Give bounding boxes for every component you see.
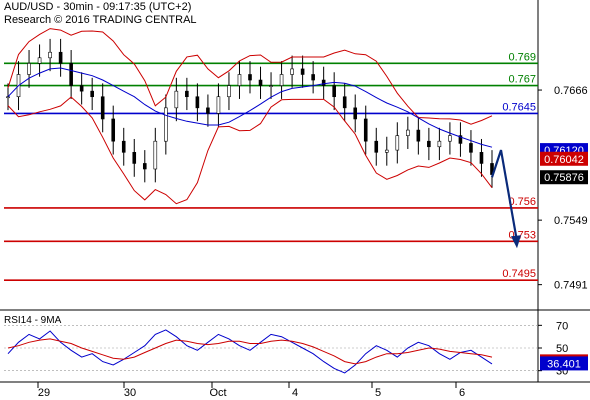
level-label: 0.7495 (502, 268, 536, 280)
candle-body (300, 68, 305, 75)
rsi-y-tick-label: 50 (556, 343, 568, 355)
candle-body (416, 129, 421, 142)
y-tick-label: 0.7491 (554, 280, 588, 292)
candle-body (469, 143, 473, 153)
rsi-panel: RSI14 - 9MA70503038.202536.401 (4, 315, 588, 378)
x-tick-label: 29 (38, 387, 50, 399)
level-label: 0.756 (508, 196, 536, 208)
x-tick-label: 4 (292, 387, 298, 399)
candle-body (37, 57, 42, 64)
x-tick-label: 6 (459, 387, 465, 399)
candle-body (185, 90, 189, 98)
x-tick-label: 5 (375, 387, 381, 399)
rsi-value-tag-label: 36.401 (547, 358, 581, 370)
candle-body (363, 118, 368, 142)
candle-body (384, 149, 389, 153)
candle-body (395, 135, 400, 151)
candle-body (195, 96, 200, 109)
candle-body (6, 96, 10, 99)
candle-body (321, 79, 326, 86)
level-label: 0.767 (508, 74, 536, 86)
candle-body (427, 140, 431, 148)
candle-body (237, 74, 242, 86)
candle-body (227, 85, 231, 98)
candle-body (332, 85, 336, 98)
level-label: 0.753 (508, 229, 536, 241)
candle-body (27, 63, 31, 75)
candle-body (279, 74, 284, 86)
price-panel: 0.7666 0.7549 0.7491 0.769 0.767 0.7645 0.756 0… (0, 0, 590, 382)
x-tick-label: 30 (124, 387, 136, 399)
candle-body (132, 152, 137, 164)
rsi-series-line (7, 329, 493, 374)
candle-body (69, 63, 73, 86)
candle-body (174, 90, 179, 109)
x-axis: 29 30 Oct 4 5 6 (0, 381, 590, 399)
candle-body (164, 107, 168, 142)
candle-body (311, 74, 315, 81)
candle-body (258, 79, 263, 86)
x-tick-label: Oct (209, 387, 226, 399)
price-tag-label: 0.76042 (544, 154, 584, 166)
level-label: 0.7645 (502, 101, 536, 113)
candle-body (248, 74, 252, 81)
level-label: 0.769 (508, 51, 536, 63)
y-tick-label: 0.7549 (554, 215, 588, 227)
candle-body (142, 163, 147, 170)
candle-body (121, 140, 126, 153)
chart-canvas: 0.7666 0.7549 0.7491 0.769 0.767 0.7645 0.756 0… (0, 0, 590, 399)
candle-body (374, 140, 379, 153)
rsi-title: RSI14 - 9MA (4, 315, 62, 326)
candle-body (269, 85, 273, 87)
candle-body (111, 118, 116, 142)
price-tag-label: 0.75876 (544, 172, 584, 184)
candle-body (206, 107, 210, 114)
candle-body (90, 90, 94, 98)
candle-body (437, 140, 442, 148)
candle-body (342, 96, 347, 109)
candle-body (100, 96, 105, 120)
candle-body (216, 96, 221, 114)
candle-body (479, 152, 484, 164)
candle-body (353, 107, 358, 120)
candle-body (153, 140, 158, 170)
rsi-y-tick-label: 70 (556, 320, 568, 332)
candle-body (406, 129, 410, 136)
candle-body (448, 135, 452, 142)
candle-body (48, 51, 52, 59)
candle-body (290, 68, 294, 75)
y-tick-label: 0.7666 (554, 85, 588, 97)
candle-body (79, 85, 84, 92)
candle-body (58, 51, 63, 64)
